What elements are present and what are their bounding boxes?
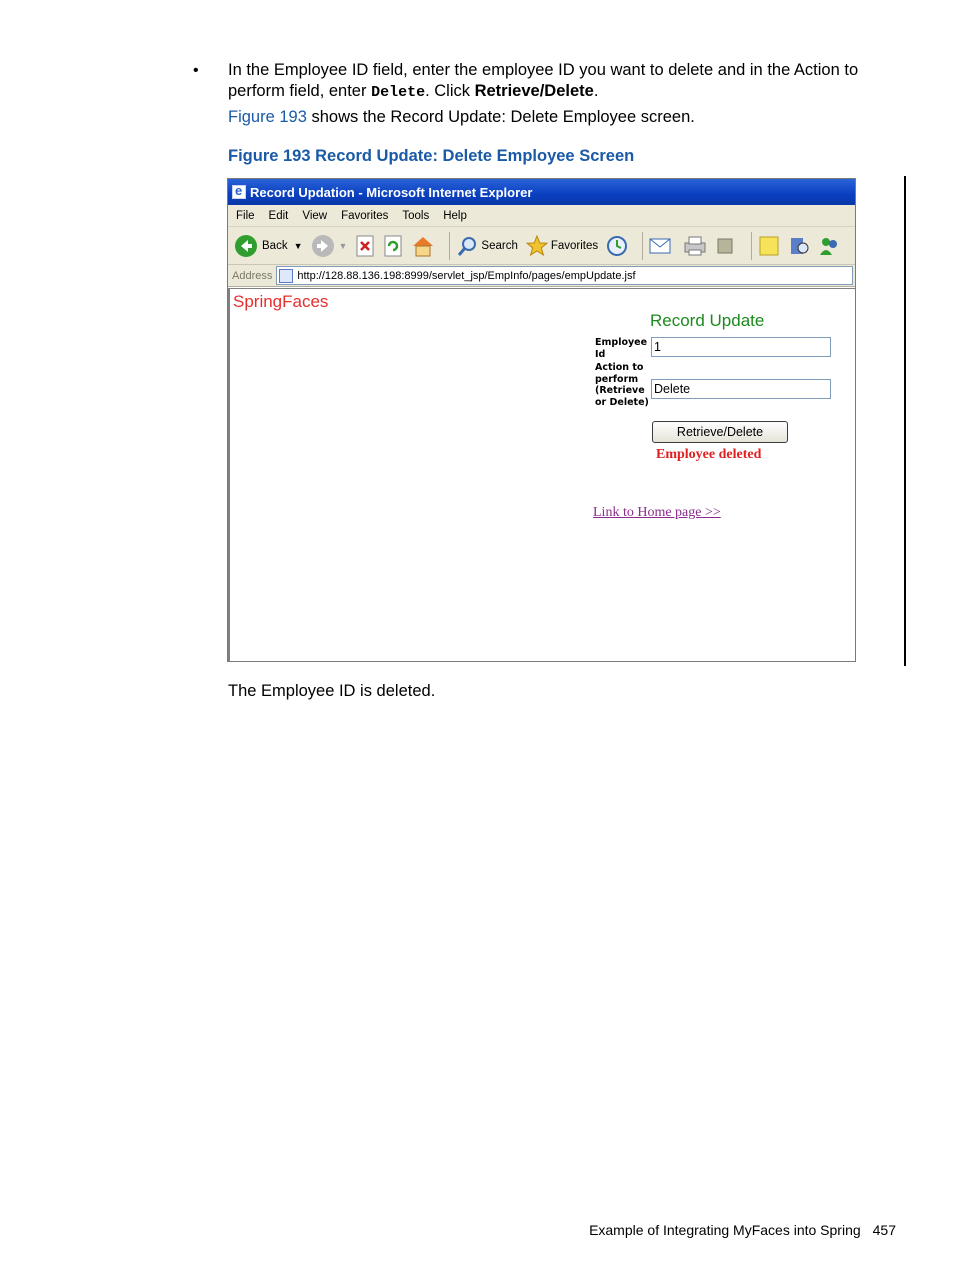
toolbar: Back ▼ ▼ Search Favorites [228,227,855,265]
forward-button[interactable]: ▼ [311,234,348,258]
mail-button[interactable] [649,236,675,256]
window-title: Record Updation - Microsoft Internet Exp… [250,184,533,200]
search-icon [458,236,477,256]
messenger-icon [820,237,838,255]
result-text: The Employee ID is deleted. [228,682,436,700]
menu-file[interactable]: File [236,210,255,222]
research-button[interactable] [788,235,810,257]
instruction-bold: Retrieve/Delete [474,82,594,100]
search-button[interactable]: Search [456,235,518,257]
back-label: Back [262,239,288,252]
search-label: Search [481,239,518,252]
home-page-link[interactable]: Link to Home page >> [593,505,721,521]
address-input[interactable]: http://128.88.136.198:8999/servlet_jsp/E… [276,266,853,285]
bullet-dot: • [193,62,199,79]
brand-logo: SpringFaces [233,292,329,311]
stop-button[interactable] [355,235,375,257]
employee-id-label: Employee Id [595,337,648,360]
page-icon [279,268,294,283]
history-icon [607,235,628,256]
page-footer: Example of Integrating MyFaces into Spri… [589,1222,896,1238]
print-button[interactable] [683,235,707,257]
action-input[interactable]: Delete [651,379,831,399]
edit-button[interactable] [715,235,737,257]
messenger-button[interactable] [818,235,840,257]
star-icon [525,234,548,256]
browser-screenshot: Record Updation - Microsoft Internet Exp… [227,178,856,662]
history-button[interactable] [606,235,628,257]
instruction-code: Delete [371,84,426,101]
menu-help[interactable]: Help [443,210,467,222]
toolbar-separator [642,231,644,260]
employee-id-input[interactable]: 1 [651,337,831,357]
window-titlebar: Record Updation - Microsoft Internet Exp… [228,179,855,205]
address-label: Address [232,269,273,282]
edit-icon [717,238,733,253]
address-bar: Address http://128.88.136.198:8999/servl… [228,265,855,287]
note-icon [759,236,779,255]
back-arrow-icon [235,234,257,257]
refresh-icon [384,235,402,256]
figure-caption: Figure 193 Record Update: Delete Employe… [228,147,635,165]
stop-icon [356,235,374,256]
menu-view[interactable]: View [302,210,327,222]
home-button[interactable] [411,235,435,257]
toolbar-separator [751,231,753,260]
footer-section-title: Example of Integrating MyFaces into Spri… [589,1222,861,1238]
instruction-part2: . Click [425,82,475,100]
menu-bar: File Edit View Favorites Tools Help [228,205,855,227]
discuss-button[interactable] [758,235,780,257]
url-text: http://128.88.136.198:8999/servlet_jsp/E… [297,269,636,282]
favorites-button[interactable]: Favorites [525,234,599,257]
status-message: Employee deleted [656,447,762,462]
page-content: SpringFaces Record Update Employee Id 1 … [228,288,855,661]
figure-reference: Figure 193 shows the Record Update: Dele… [228,108,695,127]
menu-favorites[interactable]: Favorites [341,210,388,222]
toolbar-separator [449,231,451,260]
menu-tools[interactable]: Tools [402,210,429,222]
chevron-down-icon[interactable]: ▼ [339,241,348,251]
change-bar [904,176,906,666]
refresh-button[interactable] [383,235,403,257]
figure-reference-text: shows the Record Update: Delete Employee… [306,108,695,126]
page-number: 457 [872,1222,896,1238]
chevron-down-icon[interactable]: ▼ [294,241,303,251]
retrieve-delete-button[interactable]: Retrieve/Delete [652,421,788,443]
research-icon [791,237,809,254]
mail-icon [649,238,671,253]
instruction-paragraph: In the Employee ID field, enter the empl… [228,60,898,103]
action-label: Action to perform (Retrieve or Delete) [595,362,649,408]
instruction-part3: . [593,82,599,100]
home-icon [413,236,434,256]
figure-link[interactable]: Figure 193 [228,108,307,126]
forward-arrow-icon [311,234,334,257]
back-button[interactable]: Back ▼ [234,234,303,258]
menu-edit[interactable]: Edit [269,210,289,222]
printer-icon [684,236,706,255]
form-title: Record Update [650,311,765,330]
ie-icon [232,183,246,199]
favorites-label: Favorites [550,239,599,252]
